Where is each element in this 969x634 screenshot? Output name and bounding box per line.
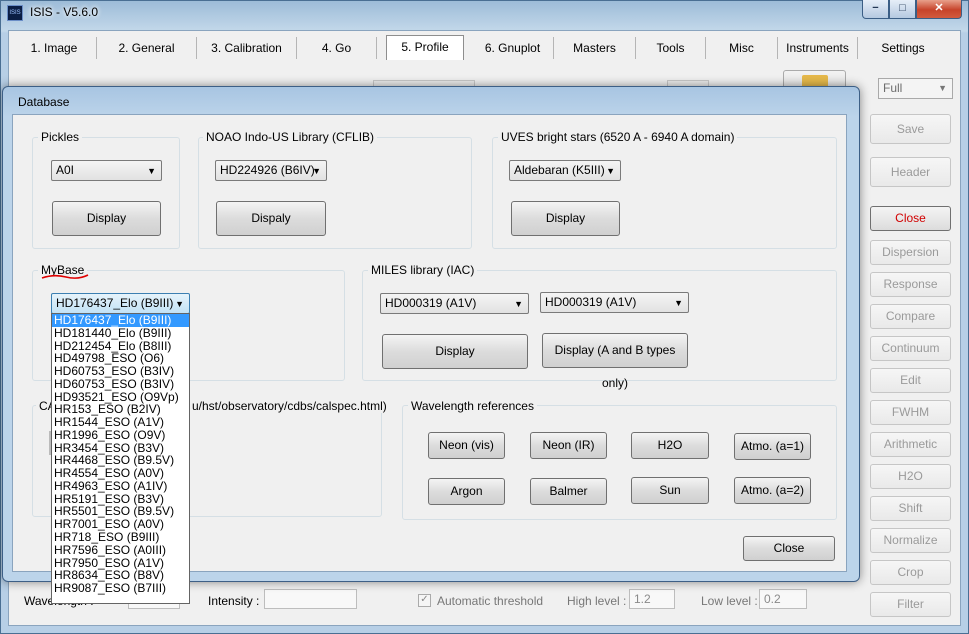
fwhm-button[interactable]: FWHM bbox=[870, 400, 951, 425]
noao-select-value: HD224926 (B6IV) bbox=[220, 163, 315, 177]
miles-select-2[interactable]: HD000319 (A1V) ▼ bbox=[540, 292, 689, 313]
arithmetic-button[interactable]: Arithmetic bbox=[870, 432, 951, 457]
uves-select[interactable]: Aldebaran (K5III) ▼ bbox=[509, 160, 621, 181]
tab-masters[interactable]: Masters bbox=[554, 37, 636, 59]
dropdown-option[interactable]: HR1544_ESO (A1V) bbox=[52, 416, 189, 429]
miles-select-2-value: HD000319 (A1V) bbox=[545, 295, 637, 309]
intensity-label: Intensity : bbox=[208, 594, 260, 608]
normalize-button[interactable]: Normalize bbox=[870, 528, 951, 553]
tab-calibration[interactable]: 3. Calibration bbox=[197, 37, 297, 59]
dialog-title: Database bbox=[18, 95, 70, 109]
neon-ir-button[interactable]: Neon (IR) bbox=[530, 432, 607, 459]
dropdown-option[interactable]: HR1996_ESO (O9V) bbox=[52, 429, 189, 442]
tab-gnuplot[interactable]: 6. Gnuplot bbox=[472, 37, 554, 59]
header-button[interactable]: Header bbox=[870, 157, 951, 187]
pickles-select-value: A0I bbox=[56, 163, 75, 177]
chevron-down-icon: ▼ bbox=[674, 298, 683, 308]
dropdown-option[interactable]: HR7596_ESO (A0III) bbox=[52, 544, 189, 557]
noao-group-label: NOAO Indo-US Library (CFLIB) bbox=[203, 130, 378, 144]
uves-display-button[interactable]: Display bbox=[511, 201, 620, 236]
pickles-group-label: Pickles bbox=[38, 130, 83, 144]
calspec-group-label-end: u/hst/observatory/cdbs/calspec.html) bbox=[189, 399, 390, 413]
miles-group-label: MILES library (IAC) bbox=[368, 263, 478, 277]
dropdown-option[interactable]: HR718_ESO (B9III) bbox=[52, 531, 189, 544]
uves-select-value: Aldebaran (K5III) bbox=[514, 163, 605, 177]
dropdown-option[interactable]: HD60753_ESO (B3IV) bbox=[52, 378, 189, 391]
pickles-display-button[interactable]: Display bbox=[52, 201, 161, 236]
view-mode-value: Full bbox=[883, 81, 903, 95]
low-level-label: Low level : bbox=[701, 594, 758, 608]
dialog-close-button[interactable]: Close bbox=[743, 536, 835, 561]
chevron-down-icon: ▼ bbox=[147, 166, 156, 176]
tab-tools[interactable]: Tools bbox=[636, 37, 706, 59]
dropdown-option[interactable]: HD176437_Elo (B9III) bbox=[52, 314, 189, 327]
noao-select[interactable]: HD224926 (B6IV) ▼ bbox=[215, 160, 327, 181]
save-button[interactable]: Save bbox=[870, 114, 951, 144]
red-underline-annotation bbox=[41, 274, 89, 279]
tab-general[interactable]: 2. General bbox=[97, 37, 197, 59]
intensity-field[interactable] bbox=[264, 589, 357, 609]
dropdown-option[interactable]: HD60753_ESO (B3IV) bbox=[52, 365, 189, 378]
auto-threshold-label: Automatic threshold bbox=[437, 594, 544, 608]
miles-select-1[interactable]: HD000319 (A1V) ▼ bbox=[380, 293, 529, 314]
sun-button[interactable]: Sun bbox=[631, 477, 709, 504]
uves-group-label: UVES bright stars (6520 A - 6940 A domai… bbox=[498, 130, 738, 144]
compare-button[interactable]: Compare bbox=[870, 304, 951, 329]
high-level-label: High level : bbox=[567, 594, 627, 608]
atmo-a1-button[interactable]: Atmo. (a=1) bbox=[734, 433, 811, 460]
h2o-button[interactable]: H2O bbox=[870, 464, 951, 489]
title-bar[interactable] bbox=[0, 0, 969, 26]
chevron-down-icon: ▼ bbox=[514, 299, 523, 309]
tab-profile[interactable]: 5. Profile bbox=[386, 35, 464, 60]
auto-threshold-checkbox[interactable]: ✓ bbox=[418, 594, 431, 607]
tab-go[interactable]: 4. Go bbox=[297, 37, 377, 59]
crop-button[interactable]: Crop bbox=[870, 560, 951, 585]
h2o-reference-button[interactable]: H2O bbox=[631, 432, 709, 459]
high-level-field[interactable]: 1.2 bbox=[629, 589, 675, 609]
mybase-select[interactable]: HD176437_Elo (B9III) ▼ bbox=[51, 293, 190, 314]
low-level-field[interactable]: 0.2 bbox=[759, 589, 807, 609]
close-window-button[interactable]: ✕ bbox=[916, 0, 962, 19]
neon-vis-button[interactable]: Neon (vis) bbox=[428, 432, 505, 459]
chevron-down-icon: ▼ bbox=[938, 83, 947, 93]
atmo-a2-button[interactable]: Atmo. (a=2) bbox=[734, 477, 811, 504]
chevron-down-icon: ▼ bbox=[312, 166, 321, 176]
dropdown-option[interactable]: HR9087_ESO (B7III) bbox=[52, 582, 189, 595]
miles-display-button[interactable]: Display bbox=[382, 334, 528, 369]
dropdown-option[interactable]: HR4963_ESO (A1IV) bbox=[52, 480, 189, 493]
window-title: ISIS - V5.6.0 bbox=[30, 5, 99, 19]
app-icon: ISIS bbox=[7, 5, 23, 21]
minimize-button[interactable]: − bbox=[862, 0, 889, 19]
tab-settings[interactable]: Settings bbox=[858, 37, 948, 59]
filter-button[interactable]: Filter bbox=[870, 592, 951, 617]
mybase-select-value: HD176437_Elo (B9III) bbox=[56, 296, 174, 310]
wavelength-references-label: Wavelength references bbox=[408, 399, 537, 413]
dispersion-button[interactable]: Dispersion bbox=[870, 240, 951, 265]
edit-button[interactable]: Edit bbox=[870, 368, 951, 393]
mybase-dropdown-list[interactable]: HD176437_Elo (B9III) HD181440_Elo (B9III)… bbox=[51, 313, 190, 604]
argon-button[interactable]: Argon bbox=[428, 478, 505, 505]
shift-button[interactable]: Shift bbox=[870, 496, 951, 521]
close-button[interactable]: Close bbox=[870, 206, 951, 231]
balmer-button[interactable]: Balmer bbox=[530, 478, 607, 505]
tab-image[interactable]: 1. Image bbox=[12, 37, 97, 59]
tab-instruments[interactable]: Instruments bbox=[778, 37, 858, 59]
tab-misc[interactable]: Misc bbox=[706, 37, 778, 59]
pickles-select[interactable]: A0I ▼ bbox=[51, 160, 162, 181]
dropdown-option[interactable]: HD181440_Elo (B9III) bbox=[52, 326, 189, 340]
noao-display-button[interactable]: Dispaly bbox=[216, 201, 326, 236]
miles-display-ab-button[interactable]: Display (A and B types only) bbox=[542, 333, 688, 390]
maximize-button[interactable]: □ bbox=[889, 0, 916, 19]
continuum-button[interactable]: Continuum bbox=[870, 336, 951, 361]
view-mode-select[interactable]: Full ▼ bbox=[878, 78, 953, 99]
chevron-down-icon: ▼ bbox=[175, 299, 184, 309]
response-button[interactable]: Response bbox=[870, 272, 951, 297]
chevron-down-icon: ▼ bbox=[606, 166, 615, 176]
miles-select-1-value: HD000319 (A1V) bbox=[385, 296, 477, 310]
